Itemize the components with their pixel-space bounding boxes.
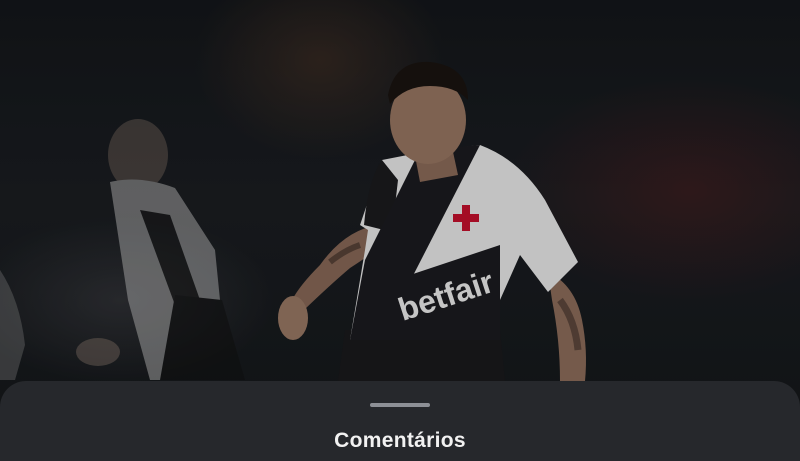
- comments-bottom-sheet[interactable]: Comentários: [0, 381, 800, 461]
- photo-dim-overlay: [0, 0, 800, 445]
- comments-title: Comentários: [334, 429, 466, 452]
- sheet-drag-handle[interactable]: [370, 403, 430, 407]
